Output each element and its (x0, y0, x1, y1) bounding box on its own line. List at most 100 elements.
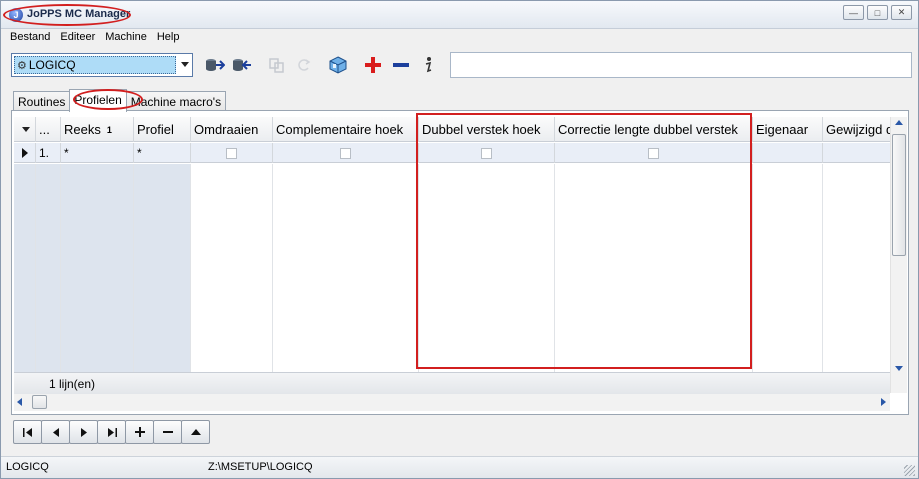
scroll-right-icon[interactable] (881, 398, 886, 406)
package-button[interactable] (327, 55, 349, 75)
tab-routines[interactable]: Routines (13, 91, 71, 112)
horizontal-scroll-thumb[interactable] (32, 395, 47, 409)
menu-bestand[interactable]: Bestand (5, 29, 55, 48)
last-icon (107, 427, 117, 437)
sort-order-badge: 1 (106, 124, 112, 135)
export-icon (233, 59, 251, 71)
menu-help[interactable]: Help (152, 29, 185, 48)
add-button[interactable] (362, 55, 384, 75)
window-controls: — □ ✕ (843, 5, 912, 20)
vertical-scrollbar[interactable] (890, 117, 907, 393)
close-button[interactable]: ✕ (891, 5, 912, 20)
tab-strip: Routines Profielen Machine macro's (13, 89, 227, 112)
move-up-button[interactable] (181, 420, 210, 444)
row-selector[interactable] (14, 143, 36, 163)
menu-editeer[interactable]: Editeer (55, 29, 100, 48)
grid-column-fill (273, 164, 419, 381)
grid-footer: 1 lijn(en) (14, 372, 890, 394)
previous-icon (52, 427, 59, 437)
export-button[interactable] (231, 55, 253, 75)
column-header-correctie-lengte-label: Correctie lengte dubbel verstek (558, 122, 738, 137)
cell-profiel[interactable]: * (134, 143, 191, 163)
menu-bar: Bestand Editeer Machine Help (1, 29, 918, 48)
add-icon (365, 57, 381, 73)
copy-button[interactable] (266, 55, 288, 75)
cell-dubbel-verstek-hoek[interactable] (419, 143, 555, 163)
column-header-correctie-lengte[interactable]: Correctie lengte dubbel verstek (555, 117, 753, 142)
plus-icon (134, 427, 145, 437)
record-navigator (13, 420, 216, 444)
package-icon (329, 56, 347, 74)
column-header-complementaire-hoek[interactable]: Complementaire hoek (273, 117, 419, 142)
column-header-num-label: ... (39, 122, 50, 137)
search-input[interactable] (450, 52, 912, 78)
cell-eigenaar[interactable] (753, 143, 823, 163)
profiles-grid[interactable]: ... Reeks 1 Profiel Omdraaien Complement… (14, 117, 890, 381)
column-header-reeks-label: Reeks (64, 122, 101, 137)
cell-gewijzigd[interactable] (823, 143, 890, 163)
resize-grip-icon[interactable] (904, 465, 915, 476)
column-header-num[interactable]: ... (36, 117, 61, 142)
column-header-dubbel-verstek-hoek[interactable]: Dubbel verstek hoek (419, 117, 555, 142)
title-bar[interactable]: J JoPPS MC Manager — □ ✕ (1, 1, 918, 29)
status-path: Z:\MSETUP\LOGICQ (208, 461, 313, 473)
row-count: 1 lijn(en) (49, 376, 96, 391)
scroll-left-icon[interactable] (17, 398, 22, 406)
maximize-button[interactable]: □ (867, 5, 888, 20)
first-record-button[interactable] (13, 420, 42, 444)
grid-column-fill (191, 164, 273, 381)
title-highlight-oval (3, 4, 131, 26)
delete-record-button[interactable] (153, 420, 182, 444)
column-menu-button[interactable] (14, 117, 36, 142)
toolbar: ⚙ LOGICQ (1, 49, 918, 81)
previous-record-button[interactable] (41, 420, 70, 444)
omdraaien-checkbox[interactable] (226, 147, 237, 159)
cell-complementaire-hoek[interactable] (273, 143, 419, 163)
column-header-omdraaien[interactable]: Omdraaien (191, 117, 273, 142)
grid-column-fill (753, 164, 823, 381)
column-header-eigenaar[interactable]: Eigenaar (753, 117, 823, 142)
grid-column-fill (36, 164, 61, 381)
vertical-scroll-thumb[interactable] (892, 134, 906, 256)
column-header-profiel[interactable]: Profiel (134, 117, 191, 142)
refresh-icon (298, 59, 311, 71)
machine-select[interactable]: ⚙ LOGICQ (11, 53, 193, 77)
menu-machine[interactable]: Machine (100, 29, 152, 48)
status-machine: LOGICQ (6, 461, 49, 473)
cell-reeks[interactable]: * (61, 143, 134, 163)
column-header-omdraaien-label: Omdraaien (194, 122, 259, 137)
info-button[interactable] (417, 55, 439, 75)
tab-machine-macros[interactable]: Machine macro's (125, 91, 227, 112)
add-record-button[interactable] (125, 420, 154, 444)
grid-empty-area (14, 164, 890, 381)
correctie-lengte-checkbox[interactable] (648, 147, 659, 159)
next-icon (80, 427, 87, 437)
status-bar: LOGICQ Z:\MSETUP\LOGICQ (1, 456, 918, 478)
complementaire-hoek-checkbox[interactable] (340, 147, 351, 159)
dubbel-verstek-hoek-checkbox[interactable] (481, 147, 492, 159)
cell-num[interactable]: 1. (36, 143, 61, 163)
remove-icon (393, 63, 409, 67)
grid-column-fill (555, 164, 753, 381)
column-header-complementaire-hoek-label: Complementaire hoek (276, 122, 404, 137)
column-header-gewijzigd[interactable]: Gewijzigd d (823, 117, 890, 142)
tab-profielen[interactable]: Profielen (69, 89, 127, 112)
scroll-down-icon[interactable] (895, 366, 903, 371)
refresh-button[interactable] (293, 55, 315, 75)
import-button[interactable] (204, 55, 226, 75)
minimize-button[interactable]: — (843, 5, 864, 20)
last-record-button[interactable] (97, 420, 126, 444)
cell-omdraaien[interactable] (191, 143, 273, 163)
scroll-up-icon[interactable] (895, 120, 903, 125)
grid-column-fill (134, 164, 191, 381)
horizontal-scrollbar[interactable] (14, 394, 890, 411)
remove-button[interactable] (390, 55, 412, 75)
minus-icon (162, 431, 173, 433)
chevron-down-icon[interactable] (181, 62, 189, 67)
cell-correctie-lengte[interactable] (555, 143, 753, 163)
info-icon (425, 57, 432, 73)
next-record-button[interactable] (69, 420, 98, 444)
column-header-reeks[interactable]: Reeks 1 (61, 117, 134, 142)
table-row[interactable]: 1. * * (14, 143, 890, 163)
column-header-eigenaar-label: Eigenaar (756, 122, 809, 137)
